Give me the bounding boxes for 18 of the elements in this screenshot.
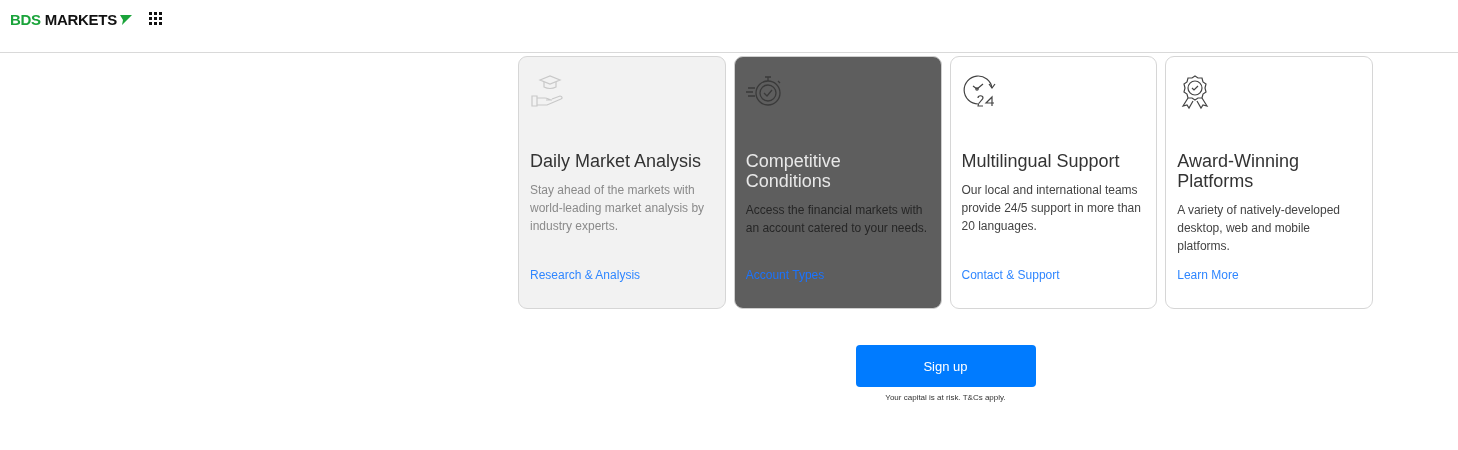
- stopwatch-icon: [745, 74, 782, 108]
- card-description: A variety of natively-developed desktop, web and mobile platforms.: [1177, 202, 1341, 255]
- logo-arrow-icon: [118, 13, 133, 26]
- sign-up-button[interactable]: Sign up: [855, 345, 1036, 387]
- card-link[interactable]: Learn More: [1177, 268, 1239, 282]
- card-title: Daily Market Analysis: [530, 151, 703, 171]
- card-description: Stay ahead of the markets with world-leading market analysis by industry experts.: [530, 182, 706, 235]
- card-title: Award-Winning Platforms: [1177, 151, 1300, 191]
- logo[interactable]: BDS MARKETS: [10, 11, 133, 28]
- apps-grid-icon[interactable]: [148, 12, 163, 26]
- card-link[interactable]: Contact & Support: [961, 268, 1060, 282]
- card-link[interactable]: Research & Analysis: [530, 268, 641, 282]
- risk-note: Your capital is at risk. T&Cs apply.: [885, 393, 1006, 402]
- card-title: Multilingual Support: [961, 151, 1121, 171]
- card-description: Our local and international teams provide 24/5 support in more than 20 languages.: [961, 182, 1142, 235]
- clock-24-icon: [961, 74, 998, 108]
- card-title: Competitive Conditions: [745, 151, 842, 191]
- card-description: Access the financial markets with an account catered to your needs.: [745, 202, 929, 237]
